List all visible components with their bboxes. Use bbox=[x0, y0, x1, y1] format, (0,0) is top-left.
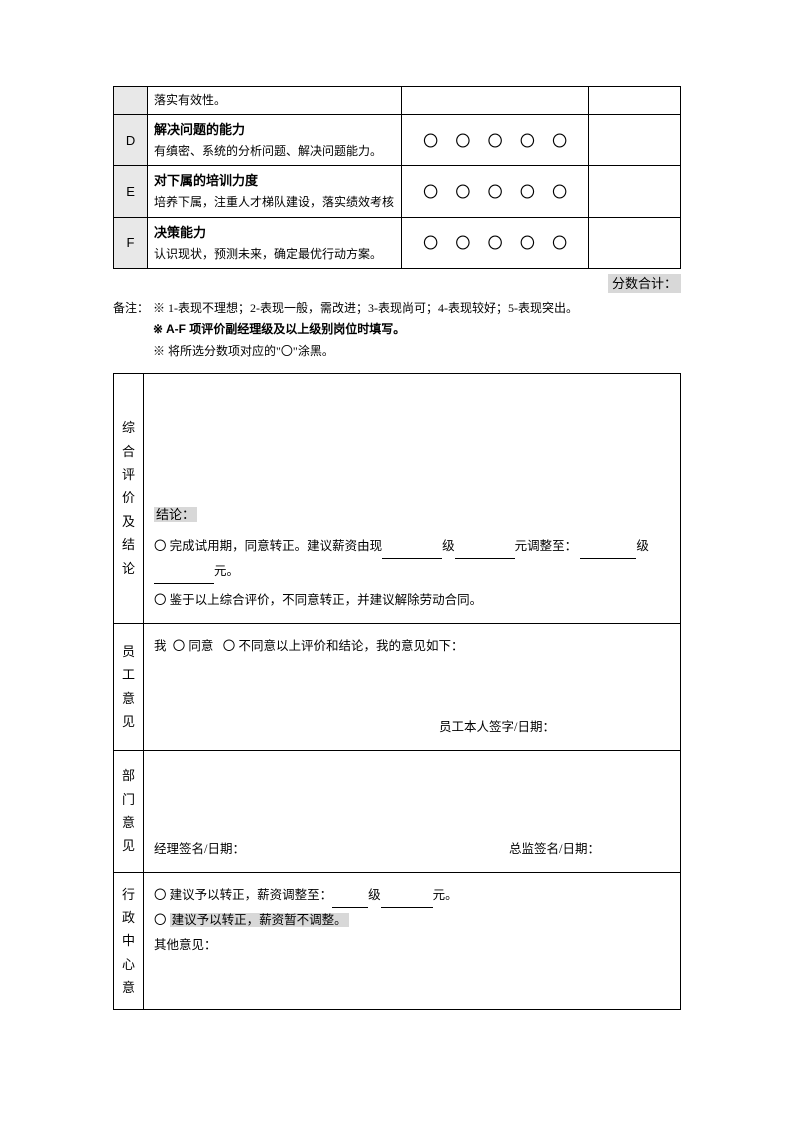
rating-letter: E bbox=[114, 166, 148, 217]
conclusion-option-2: 〇 鉴于以上综合评价，不同意转正，并建议解除劳动合同。 bbox=[154, 588, 670, 613]
note-line-2: ※ A-F 项评价副经理级及以上级别岗位时填写。 bbox=[153, 319, 405, 341]
employee-opinion-label: 员工意见 bbox=[114, 623, 144, 750]
notes-block: 备注： ※ 1-表现不理想；2-表现一般，需改进；3-表现尚可；4-表现较好；5… bbox=[113, 298, 681, 363]
note-line-3: ※ 将所选分数项对应的"〇"涂黑。 bbox=[153, 341, 334, 363]
radio-icon[interactable]: 〇 bbox=[154, 888, 167, 902]
rating-row: E对下属的培训力度培养下属，注重人才梯队建设，落实绩效考核〇〇〇〇〇 bbox=[114, 166, 681, 217]
admin-option-2: 〇 建议予以转正，薪资暂不调整。 bbox=[154, 908, 670, 933]
rating-circle[interactable]: 〇 bbox=[552, 130, 567, 151]
rating-circle[interactable]: 〇 bbox=[455, 130, 470, 151]
director-signature: 总监签名/日期： bbox=[509, 837, 670, 862]
radio-icon[interactable]: 〇 bbox=[173, 639, 186, 653]
rating-circle[interactable]: 〇 bbox=[520, 232, 535, 253]
note-line-1: ※ 1-表现不理想；2-表现一般，需改进；3-表现尚可；4-表现较好；5-表现突… bbox=[153, 298, 578, 320]
rating-circle[interactable]: 〇 bbox=[488, 232, 503, 253]
rating-scale: 〇〇〇〇〇 bbox=[402, 217, 588, 268]
rating-desc: 解决问题的能力有缜密、系统的分析问题、解决问题能力。 bbox=[148, 115, 402, 166]
manager-signature: 经理签名/日期： bbox=[154, 837, 245, 862]
notes-label: 备注： bbox=[113, 298, 153, 320]
comprehensive-content: 结论： 〇 完成试用期，同意转正。建议薪资由现级元调整至： 级 元。 〇 鉴于以… bbox=[144, 373, 681, 623]
rating-circle[interactable]: 〇 bbox=[455, 181, 470, 202]
radio-icon[interactable]: 〇 bbox=[154, 913, 167, 927]
conclusion-option-1: 〇 完成试用期，同意转正。建议薪资由现级元调整至： 级 bbox=[154, 534, 670, 559]
rating-circle[interactable]: 〇 bbox=[552, 181, 567, 202]
rating-scale: 〇〇〇〇〇 bbox=[402, 166, 588, 217]
rating-circle[interactable]: 〇 bbox=[455, 232, 470, 253]
admin-center-label: 行政中心意 bbox=[114, 872, 144, 1010]
rating-score-cell bbox=[588, 87, 680, 115]
rating-circle[interactable]: 〇 bbox=[488, 130, 503, 151]
rating-circle[interactable]: 〇 bbox=[423, 181, 438, 202]
rating-circle[interactable]: 〇 bbox=[520, 130, 535, 151]
conclusion-heading: 结论： bbox=[154, 507, 197, 522]
rating-score-cell bbox=[588, 166, 680, 217]
rating-circle[interactable]: 〇 bbox=[520, 181, 535, 202]
rating-desc: 对下属的培训力度培养下属，注重人才梯队建设，落实绩效考核 bbox=[148, 166, 402, 217]
admin-option-1: 〇 建议予以转正，薪资调整至：级元。 bbox=[154, 883, 670, 908]
rating-circle[interactable]: 〇 bbox=[552, 232, 567, 253]
employee-signature: 员工本人签字/日期： bbox=[154, 715, 670, 740]
rating-circle[interactable]: 〇 bbox=[423, 232, 438, 253]
radio-icon[interactable]: 〇 bbox=[223, 639, 236, 653]
rating-circle[interactable]: 〇 bbox=[423, 130, 438, 151]
rating-score-cell bbox=[588, 115, 680, 166]
score-total: 分数合计： bbox=[113, 273, 681, 292]
comprehensive-label: 综合评价及结论 bbox=[114, 373, 144, 623]
admin-other: 其他意见： bbox=[154, 933, 670, 958]
rating-row: 落实有效性。 bbox=[114, 87, 681, 115]
employee-opinion-content: 我 〇 同意 〇 不同意以上评价和结论，我的意见如下： 员工本人签字/日期： bbox=[144, 623, 681, 750]
rating-scale: 〇〇〇〇〇 bbox=[402, 115, 588, 166]
radio-icon[interactable]: 〇 bbox=[154, 539, 167, 553]
rating-row: F决策能力认识现状，预测未来，确定最优行动方案。〇〇〇〇〇 bbox=[114, 217, 681, 268]
rating-table: 落实有效性。D解决问题的能力有缜密、系统的分析问题、解决问题能力。〇〇〇〇〇E对… bbox=[113, 86, 681, 269]
rating-score-cell bbox=[588, 217, 680, 268]
rating-scale bbox=[402, 87, 588, 115]
rating-circle[interactable]: 〇 bbox=[488, 181, 503, 202]
evaluation-table: 综合评价及结论 结论： 〇 完成试用期，同意转正。建议薪资由现级元调整至： 级 … bbox=[113, 373, 681, 1011]
rating-row: D解决问题的能力有缜密、系统的分析问题、解决问题能力。〇〇〇〇〇 bbox=[114, 115, 681, 166]
rating-desc: 落实有效性。 bbox=[148, 87, 402, 115]
dept-opinion-label: 部门意见 bbox=[114, 750, 144, 872]
rating-desc: 决策能力认识现状，预测未来，确定最优行动方案。 bbox=[148, 217, 402, 268]
dept-opinion-content: 经理签名/日期： 总监签名/日期： bbox=[144, 750, 681, 872]
admin-center-content: 〇 建议予以转正，薪资调整至：级元。 〇 建议予以转正，薪资暂不调整。 其他意见… bbox=[144, 872, 681, 1010]
score-total-label: 分数合计： bbox=[608, 274, 681, 293]
rating-letter: F bbox=[114, 217, 148, 268]
rating-letter: D bbox=[114, 115, 148, 166]
rating-letter bbox=[114, 87, 148, 115]
radio-icon[interactable]: 〇 bbox=[154, 593, 167, 607]
